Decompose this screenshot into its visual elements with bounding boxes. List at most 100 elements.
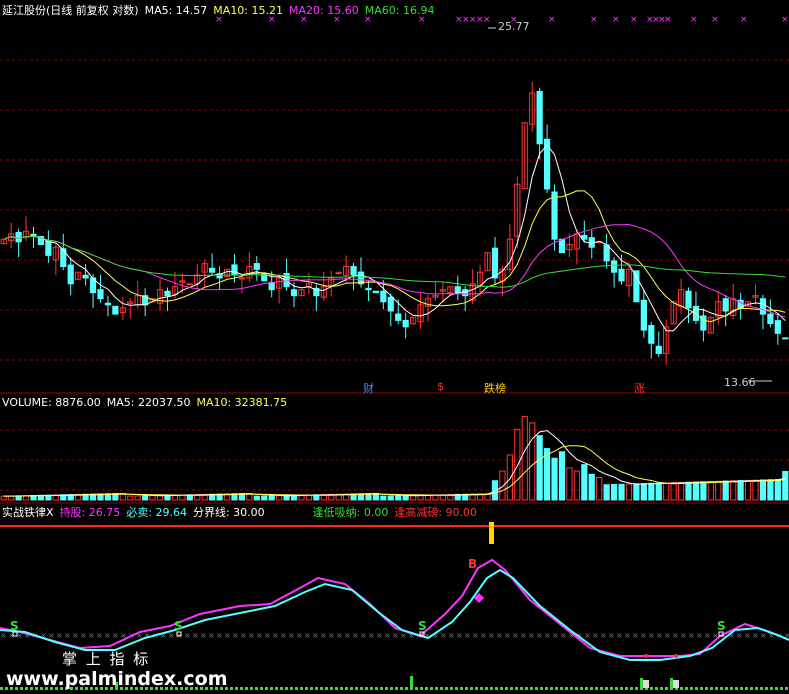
low-buy-baseline-dot [480, 687, 483, 690]
signal-x-marker: × [781, 15, 789, 25]
low-buy-baseline-dot [600, 687, 603, 690]
volume-bar [707, 481, 714, 501]
chart-canvas[interactable]: × × × × × × × × × × × × × × × × ×××× × × × ×× × × × × × × × × × × × × × × ×… [0, 0, 789, 694]
candle-body [655, 345, 662, 354]
volume-ma5-label: MA5: 22037.50 [106, 396, 191, 409]
low-buy-baseline-dot [465, 687, 468, 690]
low-buy-baseline-dot [440, 687, 443, 690]
volume-bar [655, 482, 662, 501]
boundary-marker: × [88, 631, 95, 640]
boundary-marker: × [264, 631, 271, 640]
candle-body [536, 90, 543, 145]
boundary-marker: × [480, 631, 487, 640]
low-buy-baseline-dot [520, 687, 523, 690]
signal-x-marker: × [590, 15, 598, 25]
candle-body [104, 302, 112, 306]
indicator-panel-header: 实战铁律X 持股: 26.75 必卖: 29.64 分界线: 30.00 逢低吸纳: 0… [2, 506, 483, 519]
volume-bar [395, 495, 402, 501]
low-buy-baseline-dot [540, 687, 543, 690]
low-buy-baseline-dot [590, 687, 593, 690]
price-panel-header: 延江股份(日线 前复权 对数) MA5: 14.57 MA10: 15.21 MA20… [2, 4, 440, 17]
bottom-signal-block [643, 680, 649, 688]
low-buy-baseline-dot [235, 687, 238, 690]
volume-bar [677, 481, 685, 501]
low-buy-baseline-dot [425, 687, 428, 690]
volume-bar [588, 473, 595, 501]
candle-body [618, 268, 625, 282]
volume-bar [276, 495, 283, 501]
low-buy-baseline-dot [580, 687, 583, 690]
sell-line [0, 568, 789, 661]
event-tag-dollar[interactable]: $ [437, 380, 444, 393]
boundary-marker: × [200, 631, 207, 640]
low-buy-baseline-dot [575, 687, 578, 690]
boundary-marker: × [504, 631, 511, 640]
buy-signal: B [468, 557, 477, 571]
event-tag-fall-list[interactable]: 跌榜 [484, 380, 506, 396]
low-buy-baseline-dot [615, 687, 618, 690]
boundary-marker: × [488, 631, 495, 640]
low-buy-baseline-dot [305, 687, 308, 690]
signal-x-marker: × [630, 15, 638, 25]
boundary-marker: × [376, 631, 383, 640]
low-buy-baseline-dot [280, 687, 283, 690]
signal-x-marker: × [612, 15, 620, 25]
ma60-label: MA60: 16.94 [364, 4, 435, 17]
volume-bar [536, 435, 543, 501]
candle-body [164, 290, 171, 297]
signal-x-marker: × [548, 15, 556, 25]
boundary-marker: × [368, 631, 375, 640]
boundary-marker: × [360, 631, 367, 640]
volume-ma10-line [3, 445, 786, 497]
low-buy-baseline-dot [565, 687, 568, 690]
event-tag-finance[interactable]: 财 [363, 380, 374, 396]
low-buy-baseline-dot [450, 687, 453, 690]
boundary-marker: × [448, 631, 455, 640]
low-buy-baseline-dot [715, 687, 718, 690]
boundary-marker: × [648, 631, 655, 640]
low-buy-baseline-dot [740, 687, 743, 690]
stock-chart-window: × × × × × × × × × × × × × × × × × × × × × × × × × × × × × × × × × × × × × × × ×… [0, 0, 789, 694]
candle-body [603, 244, 610, 262]
red-dot-marker [644, 654, 648, 658]
volume-bar [558, 451, 566, 501]
hold-label: 持股: 26.75 [59, 506, 121, 519]
low-buy-baseline-dot [475, 687, 478, 690]
candle-body [365, 287, 372, 291]
bottom-signal-block [673, 680, 679, 688]
candle-body [648, 325, 655, 344]
boundary-marker: × [736, 631, 743, 640]
low-buy-baseline-dot [585, 687, 588, 690]
boundary-marker: × [208, 631, 215, 640]
low-buy-baseline-dot [345, 687, 348, 690]
boundary-marker: × [336, 631, 343, 640]
low-buy-baseline-dot [405, 687, 408, 690]
low-buy-baseline-dot [510, 687, 513, 690]
candle-body [782, 337, 789, 340]
volume-bar [127, 495, 134, 501]
low-buy-baseline-dot [505, 687, 508, 690]
volume-bar [692, 481, 700, 501]
bottom-signal-bar [640, 678, 643, 690]
low-buy-baseline-dot [700, 687, 703, 690]
boundary-marker: × [72, 631, 79, 640]
candle-body [238, 277, 246, 280]
event-tag-rise[interactable]: 涨 [634, 380, 645, 396]
low-buy-baseline-dot [260, 687, 263, 690]
low-buy-baseline-dot [555, 687, 558, 690]
low-buy-baseline-dot [750, 687, 753, 690]
volume-label: VOLUME: 8876.00 [2, 396, 101, 409]
boundary-marker: × [392, 631, 399, 640]
boundary-marker: × [304, 631, 311, 640]
boundary-marker: × [0, 631, 7, 640]
boundary-marker: × [280, 631, 287, 640]
boundary-marker: × [640, 631, 647, 640]
volume-bar [253, 495, 260, 501]
low-buy-baseline-dot [320, 687, 323, 690]
candle-body [633, 270, 640, 303]
volume-bar [737, 480, 744, 501]
boundary-marker: × [680, 631, 687, 640]
low-buy-baseline-dot [430, 687, 433, 690]
boundary-marker: × [464, 631, 471, 640]
signal-x-marker: × [711, 15, 719, 25]
